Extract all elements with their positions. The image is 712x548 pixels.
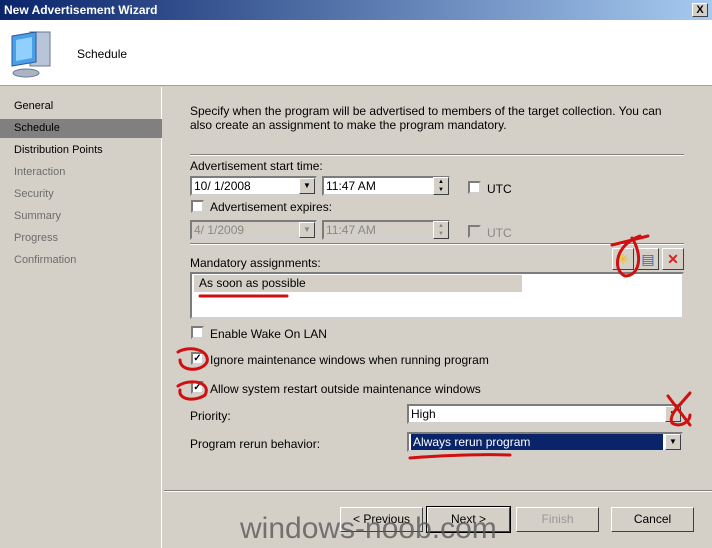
wake-on-lan-label: Enable Wake On LAN — [210, 327, 327, 341]
list-item[interactable]: As soon as possible — [194, 275, 522, 292]
start-utc-label: UTC — [487, 182, 512, 196]
finish-button: Finish — [516, 507, 599, 532]
assignments-list[interactable]: As soon as possible — [190, 272, 684, 319]
expire-time-value: 11:47 AM — [326, 223, 376, 237]
delete-assignment-button[interactable]: ✕ — [662, 248, 684, 270]
title-bar: New Advertisement Wizard — [0, 0, 712, 20]
chevron-down-icon[interactable]: ▼ — [665, 434, 681, 450]
expire-date-value: 4/ 1/2009 — [194, 223, 245, 237]
start-time-input[interactable]: 11:47 AM — [322, 176, 450, 196]
divider — [190, 243, 684, 245]
nav-item-progress: Progress — [14, 232, 59, 244]
priority-label: Priority: — [190, 409, 231, 423]
nav-item-summary: Summary — [14, 210, 62, 222]
expires-label: Advertisement expires: — [210, 200, 333, 214]
wake-on-lan-checkbox[interactable] — [191, 326, 204, 339]
chevron-down-icon[interactable]: ▼ — [665, 406, 681, 422]
divider — [164, 490, 712, 492]
wizard-header: Schedule — [0, 20, 712, 86]
nav-item-interaction: Interaction — [14, 166, 66, 178]
watermark: windows-noob.com — [240, 512, 497, 545]
nav-item-schedule[interactable]: Schedule — [0, 119, 162, 138]
expire-time-spinner: ▲ ▼ — [433, 221, 449, 239]
start-time-label: Advertisement start time: — [190, 159, 323, 173]
properties-icon: ▤ — [641, 251, 655, 267]
new-assignment-button[interactable]: ✳ — [612, 248, 634, 270]
properties-button[interactable]: ▤ — [637, 248, 659, 270]
divider — [190, 154, 684, 156]
start-utc-checkbox[interactable] — [468, 181, 481, 194]
delete-icon: ✕ — [667, 251, 679, 267]
start-date-picker[interactable]: 10/ 1/2008 ▼ — [190, 176, 317, 196]
rerun-label: Program rerun behavior: — [190, 437, 321, 451]
close-button[interactable]: X — [692, 3, 708, 17]
expire-time-input: 11:47 AM — [322, 220, 450, 240]
nav-item-confirmation: Confirmation — [14, 254, 77, 266]
ignore-maintenance-checkbox[interactable]: ✓ — [191, 352, 204, 365]
nav-item-security: Security — [14, 188, 54, 200]
nav-item-distribution-points[interactable]: Distribution Points — [0, 141, 162, 160]
expire-utc-label: UTC — [487, 226, 512, 240]
start-date-value: 10/ 1/2008 — [194, 179, 251, 193]
chevron-down-icon: ▼ — [299, 222, 315, 238]
expire-utc-checkbox — [468, 225, 481, 238]
nav-item-general[interactable]: General — [0, 97, 162, 116]
page-title: Schedule — [77, 47, 128, 61]
new-star-icon: ✳ — [617, 251, 629, 267]
priority-value: High — [411, 407, 436, 421]
description-text: Specify when the program will be adverti… — [190, 104, 662, 132]
wizard-nav: General Schedule Distribution Points Int… — [0, 87, 162, 548]
cancel-button[interactable]: Cancel — [611, 507, 694, 532]
start-time-value: 11:47 AM — [326, 179, 376, 193]
rerun-value: Always rerun program — [411, 434, 663, 450]
window-title: New Advertisement Wizard — [4, 3, 158, 17]
rerun-select[interactable]: Always rerun program ▼ — [407, 432, 683, 452]
computer-icon — [11, 31, 51, 78]
mandatory-assignments-label: Mandatory assignments: — [190, 256, 321, 270]
chevron-down-icon[interactable]: ▼ — [299, 178, 315, 194]
allow-restart-checkbox[interactable]: ✓ — [191, 381, 204, 394]
start-time-spinner[interactable]: ▲ ▼ — [433, 177, 449, 195]
allow-restart-label: Allow system restart outside maintenance… — [210, 382, 481, 396]
expires-checkbox[interactable] — [191, 200, 204, 213]
ignore-maintenance-label: Ignore maintenance windows when running … — [210, 353, 489, 367]
expire-date-picker: 4/ 1/2009 ▼ — [190, 220, 317, 240]
priority-select[interactable]: High ▼ — [407, 404, 683, 424]
